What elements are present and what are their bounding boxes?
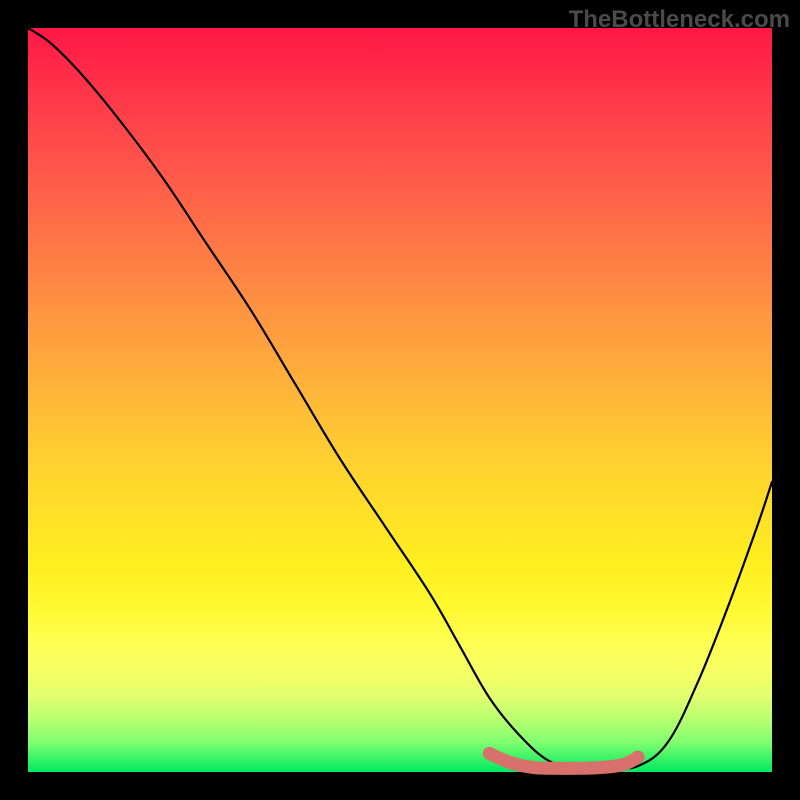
highlight-segment — [489, 753, 638, 768]
plot-area — [28, 28, 772, 772]
main-curve — [28, 28, 772, 769]
chart-svg — [28, 28, 772, 772]
watermark-text: TheBottleneck.com — [569, 6, 790, 34]
